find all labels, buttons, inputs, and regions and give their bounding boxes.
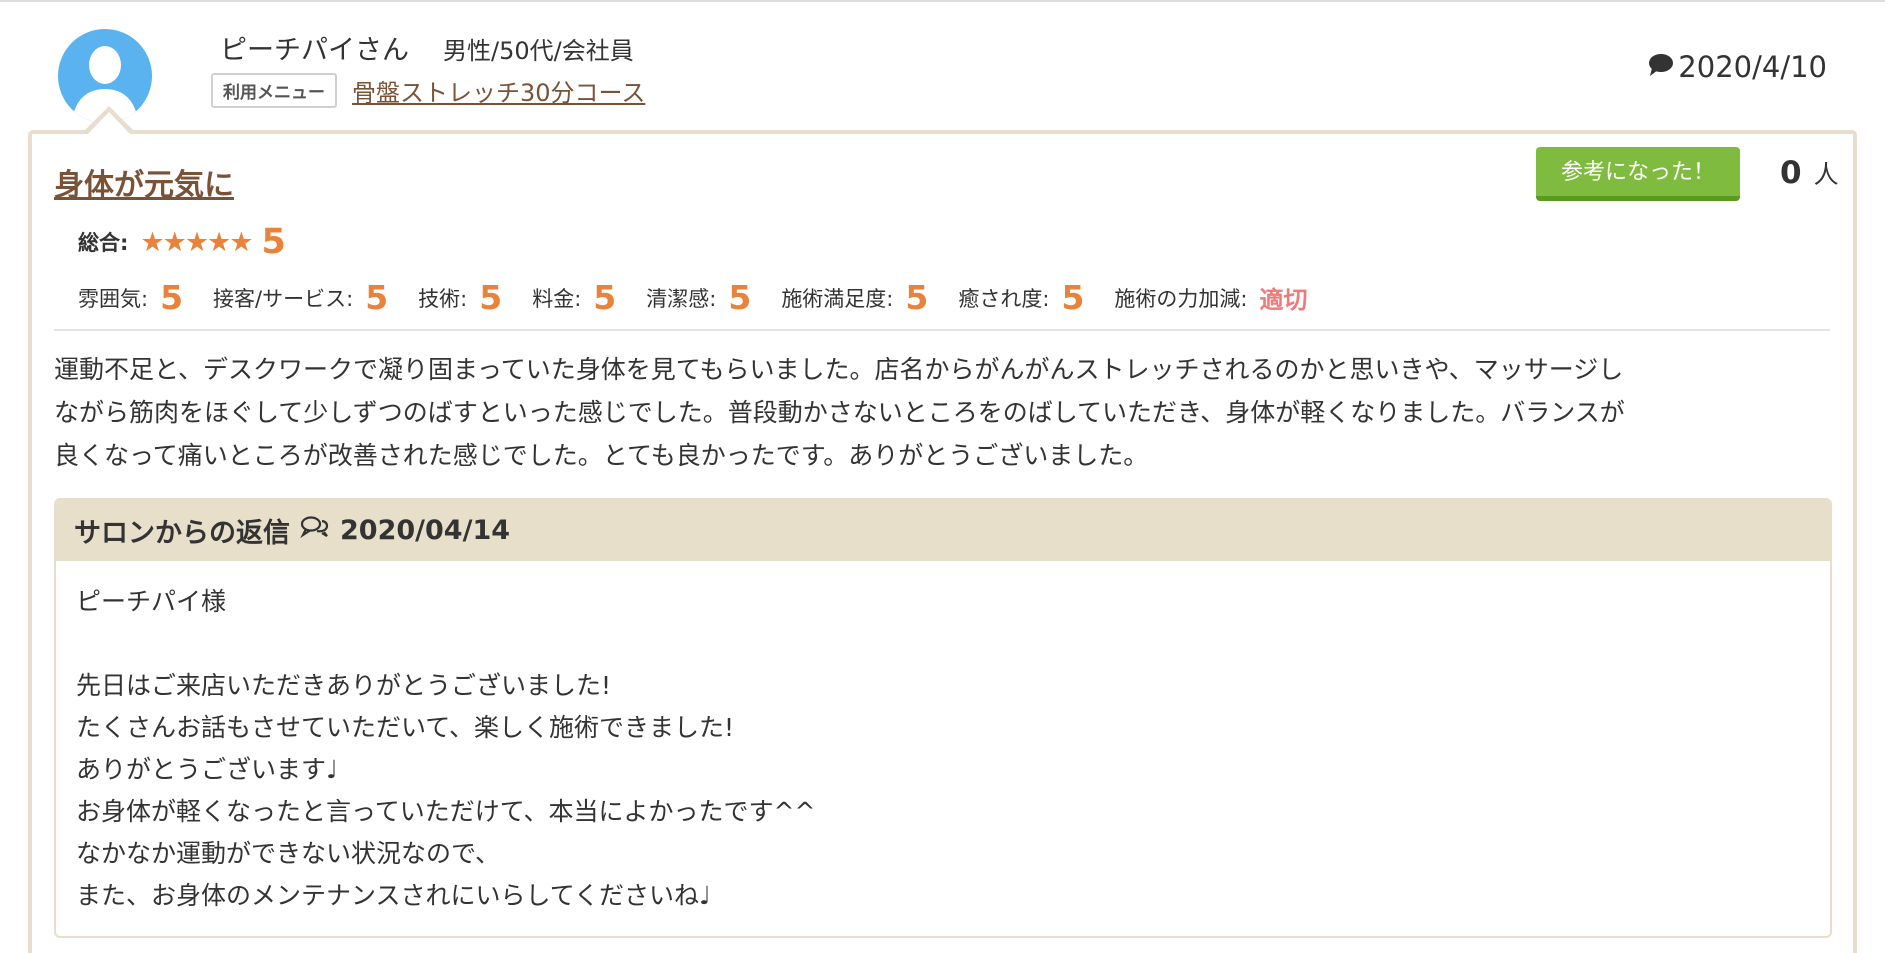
rating-label: 清潔感: xyxy=(646,286,717,311)
rating-item: 雰囲気: 5 xyxy=(78,278,183,317)
star-rating-icon: ★★★★★ xyxy=(140,226,253,258)
rating-value: 5 xyxy=(593,278,617,317)
overall-score: 5 xyxy=(261,222,286,262)
rating-item: 施術の力加減: 適切 xyxy=(1114,280,1307,315)
helpful-count-number: 0 xyxy=(1780,155,1802,191)
rating-item: 料金: 5 xyxy=(532,278,616,317)
rating-value: 5 xyxy=(479,278,503,317)
menu-link[interactable]: 骨盤ストレッチ30分コース xyxy=(352,73,645,108)
comment-icon xyxy=(1648,50,1674,84)
reply-line: お身体が軽くなったと言っていただけて、本当によかったです^^ xyxy=(76,797,816,826)
salon-reply: サロンからの返信 2020/04/14 ピーチパイ様 先日はご来店いただきありが… xyxy=(54,498,1832,938)
rating-item: 技術: 5 xyxy=(418,278,502,317)
reply-line: なかなか運動ができない状況なので、 xyxy=(76,839,501,868)
menu-tag: 利用メニュー xyxy=(211,73,337,108)
reply-line: また、お身体のメンテナンスされにいらしてくださいね♩ xyxy=(76,881,711,910)
reply-greeting: ピーチパイ様 xyxy=(76,587,227,616)
chat-bubbles-icon xyxy=(300,515,330,546)
reply-heading: サロンからの返信 xyxy=(74,518,290,549)
reply-line: ありがとうございます♩ xyxy=(76,755,338,784)
review-body-line: 良くなって痛いところが改善された感じでした。とても良かったです。ありがとうござい… xyxy=(54,441,1149,470)
rating-value: 適切 xyxy=(1259,286,1308,314)
post-date-text: 2020/4/10 xyxy=(1678,50,1827,84)
rating-label: 施術満足度: xyxy=(781,286,894,311)
rating-value: 5 xyxy=(160,278,184,317)
helpful-count: 0 人 xyxy=(1780,155,1839,191)
overall-label: 総合: xyxy=(78,231,129,255)
helpful-button[interactable]: 参考になった！ xyxy=(1536,147,1740,201)
reply-header: サロンからの返信 2020/04/14 xyxy=(56,500,1830,561)
review-body-line: ながら筋肉をほぐして少しずつのばすといった感じでした。普段動かさないところをのば… xyxy=(54,398,1625,427)
rating-label: 癒され度: xyxy=(958,286,1050,311)
reply-date: 2020/04/14 xyxy=(340,515,511,546)
menu-row: 利用メニュー 骨盤ストレッチ30分コース xyxy=(211,73,645,108)
rating-breakdown: 雰囲気: 5 接客/サービス: 5 技術: 5 料金: 5 清潔感: 5 施術満… xyxy=(78,278,1337,317)
rating-value: 5 xyxy=(905,278,929,317)
helpful-count-unit: 人 xyxy=(1813,160,1839,189)
review-title[interactable]: 身体が元気に xyxy=(54,160,234,204)
rating-value: 5 xyxy=(365,278,389,317)
reply-line: 先日はご来店いただきありがとうございました! xyxy=(76,671,612,700)
reply-line: たくさんお話もさせていただいて、楽しく施術できました! xyxy=(76,713,735,742)
meta-separator: / xyxy=(553,37,562,65)
rating-label: 接客/サービス: xyxy=(213,286,354,311)
rating-label: 施術の力加減: xyxy=(1114,286,1248,311)
rating-value: 5 xyxy=(728,278,752,317)
meta-separator: / xyxy=(491,37,500,65)
reviewer-name: ピーチパイさん xyxy=(220,35,409,66)
rating-label: 技術: xyxy=(418,286,468,311)
rating-value: 5 xyxy=(1061,278,1085,317)
review-body-line: 運動不足と、デスクワークで凝り固まっていた身体を見てもらいました。店名からがんが… xyxy=(54,355,1624,384)
reviewer-gender: 男性 xyxy=(443,37,491,65)
review-page: ピーチパイさん 男性 / 50代 / 会社員 利用メニュー 骨盤ストレッチ30分… xyxy=(0,0,1885,953)
rating-label: 雰囲気: xyxy=(78,286,149,311)
rating-item: 施術満足度: 5 xyxy=(781,278,928,317)
rating-item: 接客/サービス: 5 xyxy=(213,278,388,317)
review-body: 運動不足と、デスクワークで凝り固まっていた身体を見てもらいました。店名からがんが… xyxy=(54,348,1834,477)
reviewer-occupation: 会社員 xyxy=(561,37,634,65)
overall-rating: 総合: ★★★★★ 5 xyxy=(78,222,286,262)
post-date: 2020/4/10 xyxy=(1648,50,1827,84)
rating-label: 料金: xyxy=(532,286,582,311)
rating-item: 癒され度: 5 xyxy=(958,278,1084,317)
reviewer-age: 50代 xyxy=(499,37,554,65)
divider xyxy=(54,329,1830,331)
reply-body: ピーチパイ様 先日はご来店いただきありがとうございました! たくさんお話もさせて… xyxy=(56,561,1830,917)
rating-item: 清潔感: 5 xyxy=(646,278,751,317)
reviewer-info: ピーチパイさん 男性 / 50代 / 会社員 xyxy=(220,28,634,67)
card-pointer-fill xyxy=(88,112,130,134)
reply-spacer xyxy=(76,623,1810,665)
